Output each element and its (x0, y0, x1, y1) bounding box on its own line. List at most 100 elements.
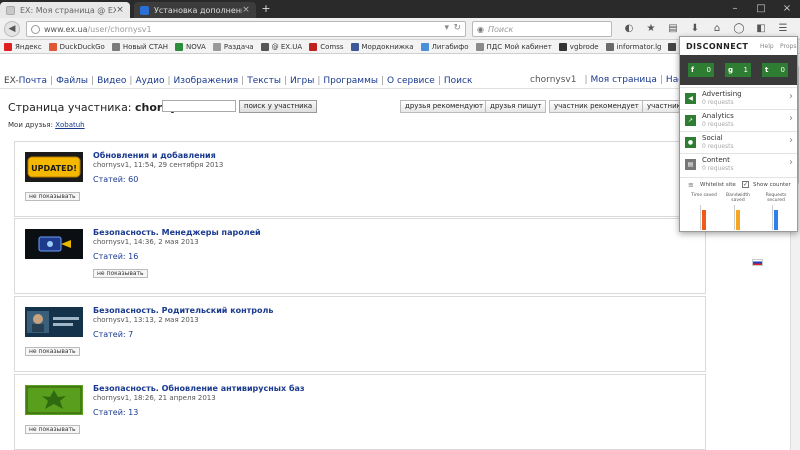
chart-icon[interactable]: ↗ (685, 115, 696, 126)
russian-flag-icon[interactable] (752, 259, 763, 266)
whitelist-site-button[interactable]: Whitelist site (700, 182, 736, 188)
articles-count[interactable]: Статей: 60 (93, 175, 138, 184)
bookmark-item[interactable]: @ EX.UA (260, 42, 302, 51)
category-title-link[interactable]: Безопасность. Менеджеры паролей (93, 228, 261, 237)
close-icon[interactable]: × (116, 5, 124, 15)
content-icon[interactable]: ▤ (685, 159, 696, 170)
nav-link-files[interactable]: Файлы (56, 76, 88, 86)
hide-button[interactable]: не показывать (25, 192, 80, 201)
nav-link-video[interactable]: Видео (97, 76, 126, 86)
hide-button[interactable]: не показывать (93, 269, 148, 278)
bookmark-label: ПДС Мой кабинет (486, 42, 552, 51)
member-search-input[interactable] (162, 100, 236, 112)
address-bar[interactable]: www.ex.ua /user/chornysv1 ▾ ↻ (26, 21, 466, 37)
category-advertising[interactable]: ◀ Advertising 0 requests › (680, 87, 797, 109)
chevron-right-icon[interactable]: › (789, 157, 793, 168)
minimize-button[interactable]: – (722, 0, 748, 18)
menu-icon[interactable]: ☰ (774, 21, 792, 37)
friends-recommend-button[interactable]: друзья рекомендуют (400, 100, 489, 113)
bookmark-item[interactable]: ПДС Мой кабинет (475, 42, 552, 51)
bookmark-item[interactable]: Comss (309, 42, 344, 51)
nav-link-search[interactable]: Поиск (444, 76, 473, 86)
updated-thumbnail[interactable]: UPDATED! (25, 152, 83, 182)
member-recommends-button[interactable]: участник рекомендует (549, 100, 644, 113)
megaphone-icon[interactable]: ◀ (685, 93, 696, 104)
twitter-count: 0 (780, 66, 785, 74)
help-link[interactable]: Help (760, 43, 774, 50)
show-counter-checkbox[interactable]: ✓ (742, 181, 749, 188)
bookmark-item[interactable]: informator.lg (605, 42, 661, 51)
bookmark-item[interactable]: NOVA (175, 42, 206, 51)
bookmark-item[interactable]: Лигабифо (420, 42, 469, 51)
category-title-link[interactable]: Обновления и добавления (93, 151, 216, 160)
hide-button[interactable]: не показывать (25, 347, 80, 356)
props-link[interactable]: Props (780, 43, 796, 50)
category-title-link[interactable]: Безопасность. Родительский контроль (93, 306, 273, 315)
search-engine-icon[interactable]: ◉ (477, 25, 484, 34)
chevron-right-icon[interactable]: › (789, 135, 793, 146)
hide-button[interactable]: не показывать (25, 425, 80, 434)
nav-link-programs[interactable]: Программы (323, 76, 378, 86)
close-icon[interactable]: × (242, 5, 250, 15)
addon-icon[interactable]: ◐ (620, 21, 638, 37)
nav-link-about[interactable]: О сервисе (387, 76, 435, 86)
list-item: UPDATED! Обновления и добавления chornys… (14, 141, 706, 217)
member-search-button[interactable]: поиск у участника (239, 100, 318, 113)
site-logo[interactable]: EX- (4, 76, 19, 86)
search-field[interactable]: ◉ Поиск (472, 21, 612, 37)
parental-control-thumbnail[interactable] (25, 307, 83, 337)
password-manager-thumbnail[interactable] (25, 229, 83, 259)
people-icon[interactable]: ● (685, 137, 696, 148)
chevron-right-icon[interactable]: › (789, 113, 793, 124)
articles-count[interactable]: Статей: 16 (93, 252, 138, 261)
tab-ex-ua[interactable]: EX: Моя страница @ EX.UA × (0, 2, 130, 18)
bookmark-favicon-icon (4, 42, 12, 51)
articles-count[interactable]: Статей: 13 (93, 408, 138, 417)
maximize-button[interactable]: □ (748, 0, 774, 18)
reload-icon[interactable]: ↻ (453, 23, 461, 33)
articles-count[interactable]: Статей: 7 (93, 330, 133, 339)
friend-link[interactable]: Xobatuh (55, 121, 84, 129)
friends-write-button[interactable]: друзья пишут (485, 100, 547, 113)
chat-icon[interactable]: ◯ (730, 21, 748, 37)
puzzle-icon (140, 5, 149, 15)
antivirus-update-thumbnail[interactable] (25, 385, 83, 415)
category-meta: chornysv1, 11:54, 29 сентября 2013 (93, 161, 224, 169)
bookmark-star-icon[interactable]: ★ (642, 21, 660, 37)
bookmark-item[interactable]: Мордокнижка (350, 42, 414, 51)
my-page-link[interactable]: Моя страница (591, 75, 657, 85)
bookmark-item[interactable]: Яндекс (4, 42, 42, 51)
google-toggle[interactable]: g 1 (725, 63, 751, 77)
category-analytics[interactable]: ↗ Analytics 0 requests › (680, 109, 797, 131)
dropdown-arrow-icon[interactable]: ▾ (444, 23, 449, 33)
nav-link-mail[interactable]: Почта (19, 76, 47, 86)
back-button[interactable]: ◀ (4, 21, 20, 37)
twitter-toggle[interactable]: t 0 (762, 63, 788, 77)
bookmark-item[interactable]: Раздача (212, 42, 254, 51)
social-trackers-row: f 0 g 1 t 0 (680, 55, 797, 85)
nav-link-texts[interactable]: Тексты (247, 76, 281, 86)
category-content[interactable]: ▤ Content 0 requests › (680, 153, 797, 175)
facebook-toggle[interactable]: f 0 (688, 63, 714, 77)
category-meta: chornysv1, 14:36, 2 мая 2013 (93, 238, 199, 246)
home-icon[interactable]: ⌂ (708, 21, 726, 37)
tab-addon-install[interactable]: Установка дополнения × (134, 2, 256, 18)
download-icon[interactable]: ⬇ (686, 21, 704, 37)
close-window-button[interactable]: × (774, 0, 800, 18)
bookmark-item[interactable]: vgbrode (558, 42, 599, 51)
nav-link-games[interactable]: Игры (290, 76, 314, 86)
category-social[interactable]: ● Social 0 requests › (680, 131, 797, 153)
new-tab-button[interactable]: + (260, 3, 272, 15)
show-counter-label: Show counter (753, 182, 791, 188)
nav-link-audio[interactable]: Аудио (135, 76, 164, 86)
bookmark-item[interactable]: Новый СТАН (111, 42, 168, 51)
disconnect-icon[interactable]: ◧ (752, 21, 770, 37)
facebook-icon: f (691, 66, 695, 74)
nav-link-images[interactable]: Изображения (174, 76, 239, 86)
bookmark-item[interactable]: DuckDuckGo (48, 42, 105, 51)
category-title-link[interactable]: Безопасность. Обновление антивирусных ба… (93, 384, 305, 393)
stat-label: Bandwidth saved (726, 193, 750, 203)
chevron-right-icon[interactable]: › (789, 91, 793, 102)
category-name: Advertising (702, 90, 742, 98)
bookmarks-menu-icon[interactable]: ▤ (664, 21, 682, 37)
